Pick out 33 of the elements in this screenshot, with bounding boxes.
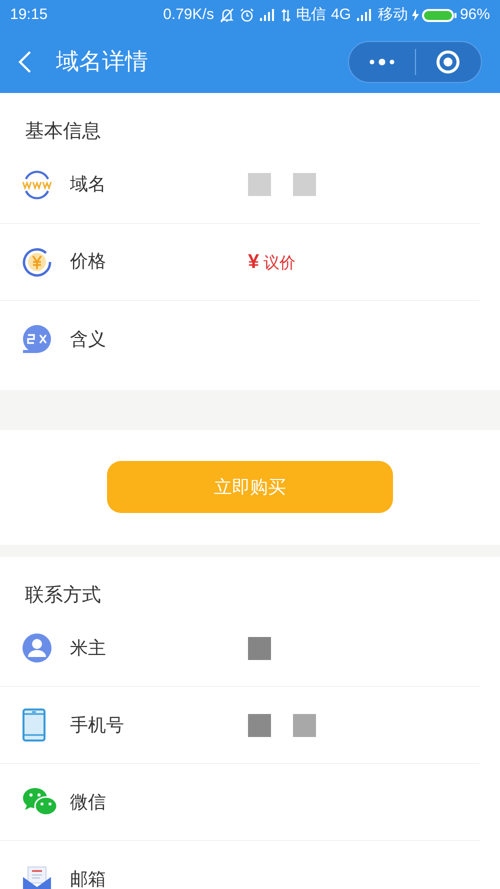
signal-icon [356, 9, 373, 21]
field-label: 邮箱 [70, 868, 107, 889]
field-label: 微信 [70, 790, 107, 814]
field-label: 域名 [70, 173, 107, 196]
target-icon [435, 48, 462, 74]
charging-icon [412, 9, 419, 21]
network-speed: 0.79K/s [163, 4, 214, 25]
chat-bubbles-icon [22, 787, 58, 817]
price-value: ¥ 议价 [248, 250, 296, 274]
field-label: 米主 [70, 636, 107, 660]
alarm-icon [240, 8, 254, 22]
carrier-name: 电信 [296, 4, 326, 25]
translate-icon [22, 324, 52, 354]
battery-percent: 96% [460, 4, 490, 25]
clock: 19:15 [10, 4, 48, 25]
section-title: 联系方式 [24, 584, 102, 608]
user-icon [22, 633, 52, 663]
field-label: 手机号 [70, 714, 125, 736]
signal-icon [260, 9, 276, 21]
carrier-name: 移动 [378, 4, 408, 25]
bell-off-icon [220, 8, 234, 22]
data-arrows-icon [280, 8, 291, 22]
yen-coin-icon [22, 246, 52, 276]
network-type: 4G [330, 4, 351, 25]
phone-icon [22, 708, 46, 742]
field-label: 价格 [70, 250, 107, 273]
field-label: 含义 [70, 328, 107, 350]
envelope-icon [22, 864, 52, 889]
dots-icon [368, 58, 396, 66]
www-globe-icon [22, 170, 52, 200]
page-title: 域名详情 [56, 47, 148, 76]
buy-now-button[interactable]: 立即购买 [107, 461, 393, 513]
section-title: 基本信息 [24, 120, 102, 144]
